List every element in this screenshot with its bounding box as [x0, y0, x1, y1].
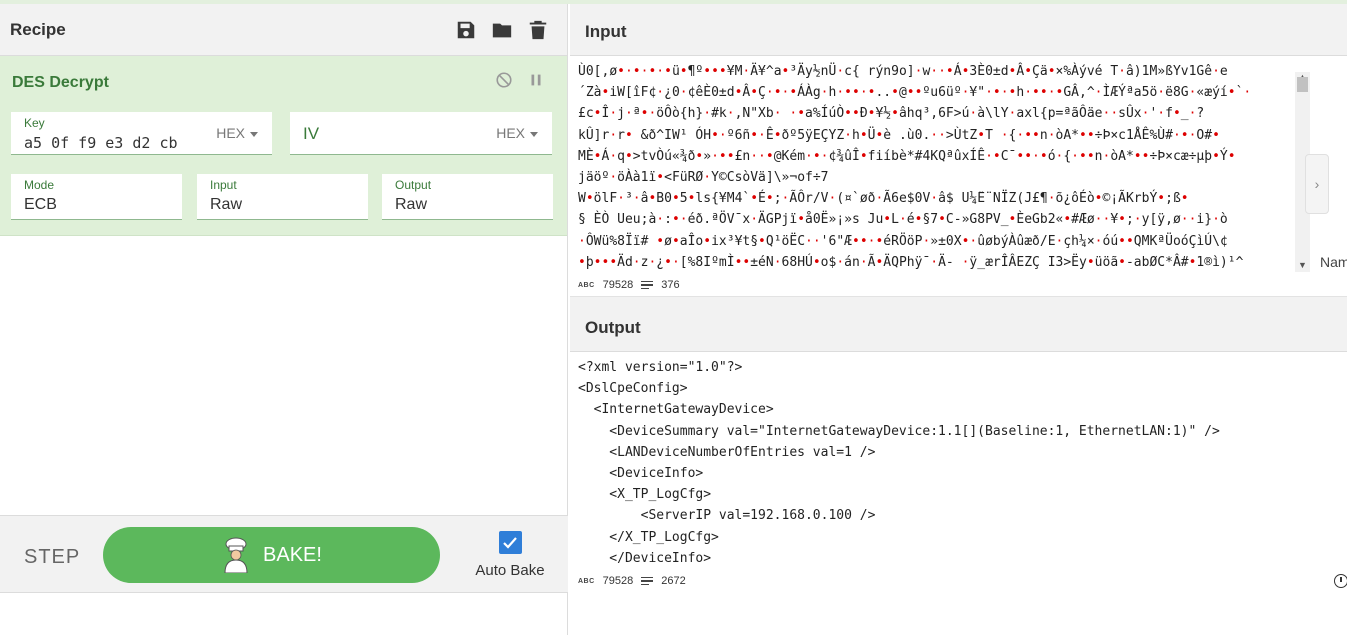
- iv-field[interactable]: IV HEX: [290, 112, 552, 155]
- output-line: <LANDeviceNumberOfEntries val=1 />: [578, 444, 876, 460]
- input-status: ABC 79528 376: [578, 274, 680, 296]
- output-status: ABC 79528 2672: [578, 570, 686, 592]
- mode-field[interactable]: Mode ECB: [11, 174, 182, 220]
- chef-icon: [224, 537, 248, 573]
- output-line: </DeviceInfo>: [578, 550, 712, 566]
- trash-icon[interactable]: [527, 19, 549, 41]
- input-header: Input: [570, 4, 1347, 56]
- io-panel: Input Ù0[,ø•·•·•·•ü•¶º•••¥M·Ä¥^a•³Äy½nÜ·…: [570, 4, 1347, 635]
- input-line: W•ölF·³·â•B0•5•ls{¥M4`•É•;·ÃÔr/V·(¤`øð·Ã…: [578, 191, 1189, 207]
- output-line: </X_TP_LogCfg>: [578, 529, 719, 545]
- output-line: <InternetGatewayDevice>: [578, 402, 774, 418]
- bake-button[interactable]: BAKE!: [103, 527, 440, 583]
- clock-icon: [1334, 574, 1347, 588]
- key-label: Key: [24, 116, 45, 130]
- input-length: 79528: [602, 279, 634, 291]
- des-decrypt-operation: DES Decrypt Key a5 0f f9 e3 d2 cb HEX IV…: [0, 56, 567, 236]
- operation-title: DES Decrypt: [12, 74, 109, 91]
- length-icon: ABC: [578, 281, 595, 289]
- input-line: MÈ•Á·q•>tvÒú«¾ð•»·••£n··•@Kém·•·¢¾ûÎ•fií…: [578, 148, 1236, 164]
- mode-select[interactable]: ECB: [24, 196, 57, 214]
- input-line-count: 376: [661, 279, 680, 291]
- output-format-field[interactable]: Output Raw: [382, 174, 553, 220]
- iv-label: IV: [303, 124, 320, 143]
- recipe-panel: Recipe DES Decrypt Key a5 0f f9 e3 d2 cb…: [0, 4, 568, 635]
- key-format-dropdown[interactable]: HEX: [216, 125, 258, 141]
- input-line: £c•Î·j·ª•·öÔò{h}·#k·,N"Xb· ·•a%ÍúÒ••Ð•¥½…: [578, 106, 1205, 122]
- output-format-select[interactable]: Raw: [395, 196, 427, 214]
- key-field[interactable]: Key a5 0f f9 e3 d2 cb HEX: [11, 112, 272, 155]
- output-title: Output: [585, 318, 641, 337]
- input-line: § ÈÒ Ueu;à·:•·éð.ªÖV¯x·ÄGPjï•å0Ë»¡»s Ju•…: [578, 212, 1228, 228]
- input-line: ´Zà•iW[îF¢·¿0·¢êÈ0±d•Â•Ç·•·•ÁÀg·h·••·•..…: [578, 85, 1252, 101]
- output-line: <DslCpeConfig>: [578, 381, 688, 397]
- output-line-count: 2672: [661, 575, 686, 587]
- iv-format-dropdown[interactable]: HEX: [496, 125, 538, 141]
- output-line: <DeviceSummary val="InternetGatewayDevic…: [578, 423, 1220, 439]
- input-line: ·ÔWü%8Ïï# •ø•aÎo•ix³¥t§•Q¹öËC··'6"Æ••·•é…: [578, 233, 1228, 249]
- side-label: Nam: [1320, 254, 1347, 270]
- output-format-label: Output: [395, 178, 432, 192]
- input-textarea[interactable]: Ù0[,ø•·•·•·•ü•¶º•••¥M·Ä¥^a•³Äy½nÜ·c{ rýn…: [578, 61, 1293, 273]
- length-icon: ABC: [578, 577, 595, 585]
- input-line: Ù0[,ø•·•·•·•ü•¶º•••¥M·Ä¥^a•³Äy½nÜ·c{ rýn…: [578, 64, 1228, 79]
- controls-bar: STEP BAKE! Auto Bake: [0, 515, 568, 593]
- auto-bake-toggle[interactable]: Auto Bake: [474, 531, 546, 579]
- auto-bake-label: Auto Bake: [475, 562, 545, 579]
- auto-bake-checkbox[interactable]: [498, 531, 522, 554]
- pause-icon[interactable]: [527, 71, 545, 89]
- lines-icon: [641, 576, 654, 586]
- save-icon[interactable]: [455, 19, 477, 41]
- bake-label: BAKE!: [263, 543, 322, 566]
- output-line: <ServerIP val=192.168.0.100 />: [578, 508, 876, 524]
- input-format-field[interactable]: Input Raw: [197, 174, 368, 220]
- disable-icon[interactable]: [495, 71, 513, 89]
- input-format-label: Input: [210, 178, 237, 192]
- output-line: <DeviceInfo>: [578, 466, 704, 482]
- step-button[interactable]: STEP: [24, 546, 80, 569]
- lines-icon: [641, 280, 654, 290]
- recipe-title: Recipe: [10, 19, 66, 39]
- folder-icon[interactable]: [491, 19, 513, 41]
- key-input[interactable]: a5 0f f9 e3 d2 cb: [24, 134, 178, 152]
- mode-label: Mode: [24, 178, 55, 192]
- input-format-select[interactable]: Raw: [210, 196, 242, 214]
- check-icon: [503, 536, 517, 549]
- input-title: Input: [585, 22, 627, 41]
- side-collapse-tab[interactable]: ›: [1305, 154, 1329, 214]
- output-textarea[interactable]: <?xml version="1.0"?> <DslCpeConfig> <Int…: [578, 357, 1338, 568]
- input-line: kÛ]r·r• &ð^IW¹ ÓH•·º6ñ•·Ê•ðº5ÿEÇYZ·h•Ü•è…: [578, 127, 1220, 143]
- recipe-header: Recipe: [0, 4, 567, 56]
- output-header: Output: [570, 300, 1347, 352]
- input-line: •þ•••Äd·z·¿•·[%8IºmÌ••±éN·68HÚ•o$·án·Ã•Ä…: [578, 254, 1244, 270]
- output-line: <?xml version="1.0"?>: [578, 360, 743, 375]
- output-length: 79528: [602, 575, 634, 587]
- input-line: jäöº·öÀà1ï•<FüRØ·Y©CsòVä]\»¬of÷7: [578, 170, 829, 186]
- output-line: <X_TP_LogCfg>: [578, 487, 712, 503]
